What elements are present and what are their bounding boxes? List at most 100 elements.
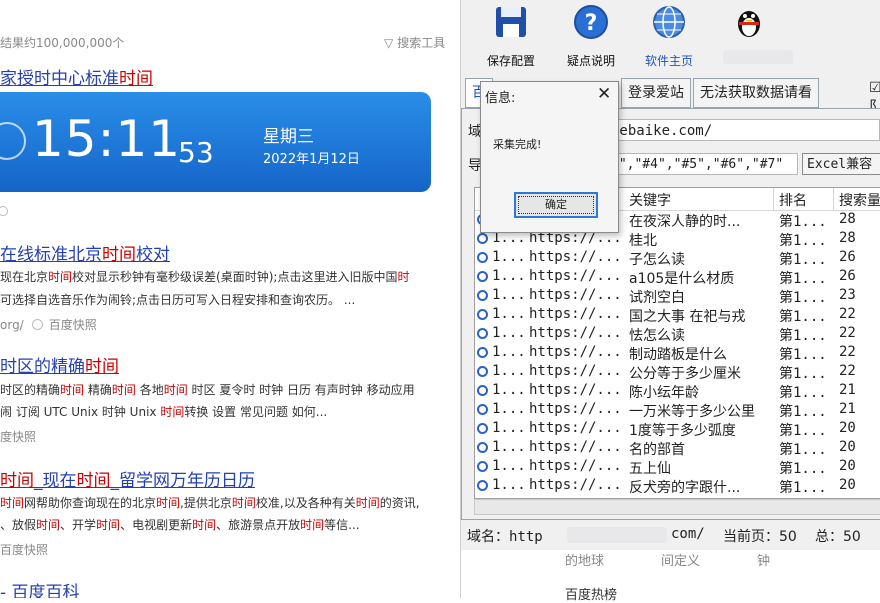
table-row[interactable]: 1... https://... 国之大事 在祀与戎 第1... 22	[475, 306, 880, 325]
table-row[interactable]: 1... https://... 陈小纭年龄 第1... 21	[475, 382, 880, 401]
table-row[interactable]: 1... https://... 试剂空白 第1... 23	[475, 287, 880, 306]
cell-url: https://...	[529, 249, 622, 265]
bg-text-4: 百度热榜	[565, 588, 618, 603]
blurred-region	[723, 50, 793, 64]
row-status-icon	[477, 423, 488, 434]
cell-volume: 20	[839, 439, 856, 455]
clock-icon	[0, 122, 26, 160]
col-search-volume[interactable]: 搜索量	[839, 190, 880, 210]
cell-index: 1...	[492, 477, 526, 493]
cell-url: https://...	[529, 458, 622, 474]
status-bar: 域名：http com/ 当前页：50 总：50	[461, 522, 880, 548]
top-nav-cut	[0, 0, 462, 8]
cell-volume: 26	[839, 249, 856, 265]
close-icon[interactable]: ✕	[597, 84, 611, 104]
cell-keyword: a105是什么材质	[629, 271, 735, 287]
table-row[interactable]: 1... https://... a105是什么材质 第1... 26	[475, 268, 880, 287]
cell-url: https://...	[529, 439, 622, 455]
cell-keyword: 陈小纭年龄	[629, 385, 699, 401]
cell-rank: 第1...	[779, 309, 827, 325]
help-button[interactable]: ? 疑点说明	[559, 0, 623, 72]
cell-keyword: 五上仙	[629, 461, 671, 477]
save-config-button[interactable]: 保存配置	[479, 0, 543, 72]
cell-index: 1...	[492, 439, 526, 455]
cell-volume: 22	[839, 306, 856, 322]
help-icon: ?	[574, 5, 608, 39]
cell-rank: 第1...	[779, 347, 827, 363]
horizontal-scrollbar[interactable]	[474, 499, 880, 515]
result-meta-4[interactable]: 百度快照	[0, 541, 48, 558]
cell-url: https://...	[529, 401, 622, 417]
tab-login-aizhan[interactable]: 登录爱站	[621, 78, 691, 108]
row-status-icon	[477, 385, 488, 396]
table-row[interactable]: 1... https://... 制动踏板是什么 第1... 22	[475, 344, 880, 363]
cell-volume: 20	[839, 477, 856, 493]
cell-url: https://...	[529, 287, 622, 303]
floppy-disk-icon	[496, 7, 526, 37]
search-tools-button[interactable]: ▽ 搜索工具	[384, 34, 445, 51]
cell-keyword: 名的部首	[629, 442, 685, 458]
bg-text-1: 的地球	[565, 554, 605, 569]
result-snippet-3b: 闹 订阅 UTC Unix 时钟 Unix 时间转换 设置 常见问题 如何...	[0, 405, 328, 419]
status-domain: 域名：http	[467, 529, 543, 545]
bg-text-3: 钟	[757, 554, 771, 569]
result-snippet-4a: 时间网帮助你查询现在的北京时间,提供北京时间校准,以及各种有关时间的资讯,	[0, 496, 420, 510]
snapshot-link[interactable]: 百度快照	[49, 318, 97, 332]
time-hours-minutes: 15:11	[32, 110, 182, 168]
cell-keyword: 子怎么读	[629, 252, 685, 268]
table-row[interactable]: 1... https://... 怯怎么读 第1... 22	[475, 325, 880, 344]
cell-index: 1...	[492, 382, 526, 398]
result-meta-2: org/百度快照	[0, 318, 97, 332]
cell-rank: 第1...	[779, 404, 827, 420]
cell-index: 1...	[492, 458, 526, 474]
excel-compat-button[interactable]: Excel兼容	[802, 153, 880, 175]
cell-rank: 第1...	[779, 252, 827, 268]
cell-index: 1...	[492, 268, 526, 284]
result-title-4[interactable]: 时间_现在时间_留学网万年历日历	[0, 466, 255, 491]
cell-index: 1...	[492, 401, 526, 417]
col-keyword[interactable]: 关键字	[629, 190, 671, 210]
cell-volume: 21	[839, 401, 856, 417]
cell-url: https://...	[529, 477, 622, 493]
bg-text-2: 间定义	[661, 554, 701, 569]
row-status-icon	[477, 366, 488, 377]
result-title-1[interactable]: 家授时中心标准时间	[0, 64, 153, 89]
result-title-2[interactable]: 在线标准北京时间校对	[0, 240, 170, 265]
cell-keyword: 1度等于多少弧度	[629, 423, 736, 439]
cell-rank: 第1...	[779, 233, 827, 249]
result-title-5[interactable]: - 百度百科	[0, 578, 80, 598]
table-row[interactable]: 1... https://... 一万米等于多少公里 第1... 21	[475, 401, 880, 420]
result-title-3[interactable]: 时区的精确时间	[0, 352, 119, 377]
row-status-icon	[477, 309, 488, 320]
cell-url: https://...	[529, 306, 622, 322]
cell-rank: 第1...	[779, 290, 827, 306]
cell-volume: 23	[839, 287, 856, 303]
cell-rank: 第1...	[779, 423, 827, 439]
cell-rank: 第1...	[779, 271, 827, 287]
cell-keyword: 试剂空白	[629, 290, 685, 306]
cell-volume: 28	[839, 230, 856, 246]
cell-url: https://...	[529, 268, 622, 284]
table-row[interactable]: 1... https://... 公分等于多少厘米 第1... 22	[475, 363, 880, 382]
homepage-button[interactable]: 软件主页	[637, 0, 701, 72]
time-widget: 15:11 53 星期三 2022年1月12日	[0, 92, 431, 192]
save-config-label: 保存配置	[486, 54, 535, 68]
tab-cannot-fetch[interactable]: 无法获取数据请看	[693, 78, 819, 108]
result-meta-3[interactable]: 度快照	[0, 428, 36, 445]
table-row[interactable]: 1... https://... 反犬旁的字跟什... 第1... 20	[475, 477, 880, 496]
ok-button[interactable]: 确定	[514, 192, 598, 218]
col-rank[interactable]: 排名	[779, 190, 807, 210]
table-row[interactable]: 1... https://... 1度等于多少弧度 第1... 20	[475, 420, 880, 439]
table-row[interactable]: 1... https://... 五上仙 第1... 20	[475, 458, 880, 477]
blurred-region	[567, 527, 667, 543]
expand-icon[interactable]	[0, 206, 8, 216]
row-status-icon	[477, 480, 488, 491]
weekday: 星期三	[263, 127, 314, 147]
info-dialog: 信息: ✕ 采集完成! 确定	[480, 81, 619, 233]
result-count: 结果约100,000,000个	[0, 36, 125, 50]
table-row[interactable]: 1... https://... 名的部首 第1... 20	[475, 439, 880, 458]
search-tools-label: 搜索工具	[397, 36, 446, 50]
table-row[interactable]: 1... https://... 子怎么读 第1... 26	[475, 249, 880, 268]
cell-volume: 20	[839, 458, 856, 474]
time-seconds: 53	[178, 136, 214, 169]
